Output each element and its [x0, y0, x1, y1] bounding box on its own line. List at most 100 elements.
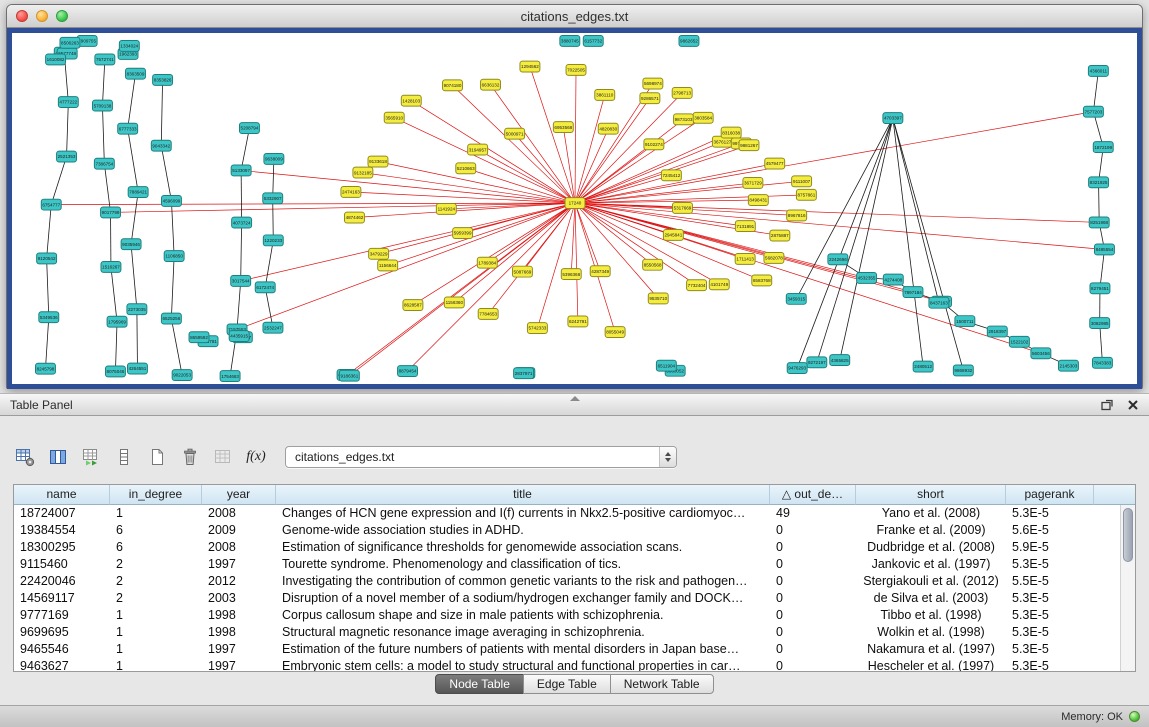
graph-node[interactable]: 5000971 — [505, 128, 525, 139]
hub-node[interactable]: 17240 — [565, 198, 585, 209]
column-header-name[interactable]: name — [14, 485, 110, 505]
graph-node[interactable]: 6242781 — [568, 316, 588, 327]
graph-node[interactable]: 5332907 — [263, 193, 283, 204]
graph-node[interactable]: 1220233 — [263, 235, 283, 246]
graph-node[interactable]: 6777333 — [118, 123, 138, 134]
graph-node[interactable]: 6583768 — [752, 275, 772, 286]
graph-node[interactable]: 2875887 — [770, 230, 790, 241]
close-window-button[interactable] — [16, 10, 28, 22]
graph-node[interactable]: 7577203 — [1083, 106, 1103, 117]
graph-node[interactable]: 1516267 — [101, 262, 121, 273]
table-row[interactable]: 2242004622012Investigating the contribut… — [14, 573, 1120, 590]
citation-edge-red[interactable] — [575, 203, 942, 302]
citation-edge-red[interactable] — [487, 203, 575, 263]
tab-network-table[interactable]: Network Table — [610, 674, 714, 694]
tab-edge-table[interactable]: Edge Table — [523, 674, 611, 694]
graph-node[interactable]: 3082985 — [1090, 318, 1110, 329]
graph-node[interactable]: 4073724 — [232, 217, 252, 228]
graph-node[interactable]: 3671729 — [743, 178, 763, 189]
graph-node[interactable]: 4777222 — [58, 97, 78, 108]
graph-node[interactable]: 1156644 — [378, 260, 398, 271]
column-header-out_de[interactable]: △ out_de… — [770, 485, 856, 505]
table-selector[interactable]: citations_edges.txt — [285, 446, 677, 468]
graph-node[interactable]: 3565910 — [384, 112, 404, 123]
citation-edge[interactable] — [1100, 323, 1103, 363]
graph-node[interactable]: 9476293 — [787, 363, 807, 374]
citation-edge[interactable] — [265, 240, 273, 287]
row-tools-button[interactable] — [111, 444, 137, 470]
graph-node[interactable]: 1156360 — [444, 297, 464, 308]
graph-node[interactable]: 8353826 — [153, 74, 173, 85]
tab-node-table[interactable]: Node Table — [435, 674, 524, 694]
table-row[interactable]: 1872400712008Changes of HCN gene express… — [14, 505, 1120, 522]
table-panel-header[interactable]: Table Panel — [0, 393, 1149, 416]
citation-edge[interactable] — [796, 118, 893, 299]
graph-node[interactable]: 1334024 — [119, 40, 139, 51]
citation-edge[interactable] — [840, 118, 893, 360]
graph-node[interactable]: 8757861 — [796, 189, 816, 200]
graph-node[interactable]: 8485554 — [1094, 244, 1114, 255]
graph-node[interactable]: 7897184 — [903, 287, 923, 298]
table-row[interactable]: 977716911998Corpus callosum shape and si… — [14, 607, 1120, 624]
graph-node[interactable]: 9132185 — [353, 167, 373, 178]
graph-node[interactable]: 1789384 — [477, 257, 497, 268]
graph-node[interactable]: 5698974 — [643, 78, 663, 89]
citation-edge[interactable] — [45, 317, 48, 369]
graph-node[interactable]: 1754663 — [220, 371, 240, 382]
citation-edge-red[interactable] — [378, 162, 575, 203]
graph-node[interactable]: 7245412 — [661, 170, 681, 181]
table-row[interactable]: 1456911722003Disruption of a novel membe… — [14, 590, 1120, 607]
graph-node[interactable]: 5317669 — [673, 202, 693, 213]
graph-node[interactable]: 2918397 — [987, 326, 1007, 337]
citation-edge-red[interactable] — [575, 203, 1099, 222]
graph-node[interactable]: 7022505 — [566, 65, 586, 76]
citation-edge[interactable] — [171, 201, 174, 256]
citation-edge[interactable] — [241, 223, 242, 281]
citation-edge[interactable] — [47, 205, 52, 259]
graph-node[interactable]: 4274408 — [883, 274, 903, 285]
column-header-pagerank[interactable]: pagerank — [1006, 485, 1094, 505]
graph-node[interactable]: 7889421 — [128, 187, 148, 198]
citation-edge[interactable] — [137, 309, 138, 368]
selector-stepper-icon[interactable] — [659, 447, 676, 467]
graph-node[interactable]: 5682078 — [764, 253, 784, 264]
graph-node[interactable]: 5133097 — [231, 165, 251, 176]
citation-edge[interactable] — [161, 146, 171, 201]
citation-edge-red[interactable] — [530, 67, 575, 204]
graph-node[interactable]: 8245798 — [36, 363, 56, 374]
graph-node[interactable]: 2837971 — [514, 368, 534, 379]
graph-node[interactable]: 9881267 — [739, 140, 759, 151]
graph-node[interactable]: 4365825 — [830, 355, 850, 366]
graph-node[interactable]: 9022053 — [172, 370, 192, 381]
table-row[interactable]: 1938455462009Genome-wide association stu… — [14, 522, 1120, 539]
citation-edge[interactable] — [817, 118, 893, 362]
citation-edge[interactable] — [241, 128, 249, 170]
graph-node[interactable]: 9535710 — [648, 293, 668, 304]
graph-node[interactable]: 1795969 — [107, 316, 127, 327]
graph-node[interactable]: 8316038 — [721, 127, 741, 138]
graph-node[interactable]: 9017799 — [101, 207, 121, 218]
graph-node[interactable]: 5959399 — [453, 228, 473, 239]
graph-node[interactable]: 5603456 — [1031, 348, 1051, 359]
table-row[interactable]: 946554611997Estimation of the future num… — [14, 641, 1120, 658]
scrollbar-thumb[interactable] — [1123, 508, 1133, 562]
graph-node[interactable]: 8967816 — [787, 210, 807, 221]
graph-node[interactable]: 9186361 — [339, 370, 359, 381]
graph-node[interactable]: 8363509 — [126, 68, 146, 79]
import-table-button[interactable] — [78, 444, 104, 470]
graph-node[interactable]: 9043342 — [151, 140, 171, 151]
citation-edge[interactable] — [102, 106, 104, 164]
panel-resize-handle-icon[interactable] — [570, 396, 580, 401]
citation-edge-red[interactable] — [575, 143, 741, 203]
graph-node[interactable]: 4287349 — [590, 266, 610, 277]
graph-node[interactable]: 9102274 — [644, 139, 664, 150]
close-panel-button[interactable] — [1123, 396, 1143, 414]
graph-node[interactable]: 7386754 — [94, 158, 114, 169]
graph-node[interactable]: 1141924 — [436, 204, 456, 215]
graph-node[interactable]: 9035946 — [121, 239, 141, 250]
graph-node[interactable]: 4703397 — [883, 113, 903, 124]
graph-node[interactable]: 3803584 — [693, 112, 713, 123]
graph-node[interactable]: 2145303 — [1058, 360, 1078, 371]
column-header-year[interactable]: year — [202, 485, 276, 505]
graph-node[interactable]: 5396368 — [561, 269, 581, 280]
